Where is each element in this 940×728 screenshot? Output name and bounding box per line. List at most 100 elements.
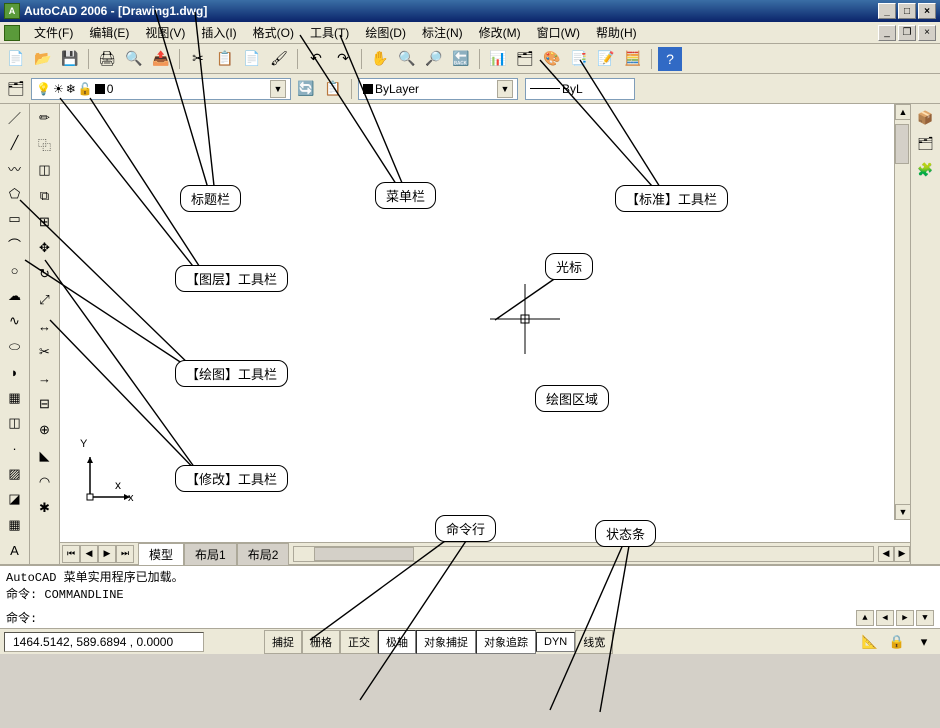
copy-obj-button[interactable]: ⿻ (33, 132, 57, 156)
insert-button[interactable]: ▦ (3, 386, 27, 409)
table-button[interactable]: ▦ (3, 513, 27, 536)
erase-button[interactable]: ✏ (33, 106, 57, 130)
ortho-toggle[interactable]: 正交 (340, 630, 378, 654)
ellipse-button[interactable]: ⬭ (3, 335, 27, 358)
lwt-toggle[interactable]: 线宽 (575, 630, 613, 654)
break-button[interactable]: ⊟ (33, 392, 57, 416)
lock-icon[interactable]: 🔒 (885, 630, 909, 654)
palette-button-1[interactable]: 📦 (914, 106, 938, 130)
publish-button[interactable]: 📤 (149, 47, 173, 71)
pan-button[interactable]: ✋ (368, 47, 392, 71)
zoom-window-button[interactable]: 🔎 (422, 47, 446, 71)
text-button[interactable]: A (3, 538, 27, 561)
lineweight-dropdown[interactable]: ByL (525, 78, 635, 100)
scroll-up-button[interactable]: ▲ (895, 104, 910, 120)
mdi-restore-button[interactable]: ❐ (898, 25, 916, 41)
layer-state-button[interactable]: 📋 (321, 77, 345, 101)
scroll-down-button[interactable]: ▼ (895, 504, 910, 520)
paste-button[interactable]: 📄 (240, 47, 264, 71)
menu-draw[interactable]: 绘图(D) (357, 22, 414, 43)
block-button[interactable]: ◫ (3, 411, 27, 434)
snap-toggle[interactable]: 捕捉 (264, 630, 302, 654)
vertical-scrollbar[interactable]: ▲ ▼ (894, 104, 910, 520)
chamfer-button[interactable]: ◣ (33, 444, 57, 468)
designcenter-button[interactable]: 🗂 (513, 47, 537, 71)
mirror-button[interactable]: ◫ (33, 158, 57, 182)
chevron-down-icon[interactable]: ▼ (270, 80, 286, 98)
print-button[interactable]: 🖨 (95, 47, 119, 71)
copy-button[interactable]: 📋 (213, 47, 237, 71)
mdi-close-button[interactable]: × (918, 25, 936, 41)
menu-modify[interactable]: 修改(M) (471, 22, 529, 43)
tab-prev-button[interactable]: ◀ (80, 545, 98, 563)
tab-first-button[interactable]: ⏮ (62, 545, 80, 563)
spline-button[interactable]: ∿ (3, 310, 27, 333)
region-button[interactable]: ◪ (3, 488, 27, 511)
circle-button[interactable]: ○ (3, 259, 27, 282)
trim-button[interactable]: ✂ (33, 340, 57, 364)
stretch-button[interactable]: ↔ (33, 314, 57, 338)
point-button[interactable]: · (3, 437, 27, 460)
menu-window[interactable]: 窗口(W) (529, 22, 588, 43)
color-dropdown[interactable]: ByLayer ▼ (358, 78, 518, 100)
command-input[interactable] (41, 611, 856, 625)
layer-manager-button[interactable]: 🗂 (4, 77, 28, 101)
array-button[interactable]: ⊞ (33, 210, 57, 234)
toolpalette-button[interactable]: 🎨 (540, 47, 564, 71)
open-button[interactable]: 📂 (31, 47, 55, 71)
fillet-button[interactable]: ◠ (33, 470, 57, 494)
join-button[interactable]: ⊕ (33, 418, 57, 442)
palette-button-2[interactable]: 🗂 (914, 132, 938, 156)
line-button[interactable]: ／ (3, 106, 27, 129)
revcloud-button[interactable]: ☁ (3, 284, 27, 307)
cut-button[interactable]: ✂ (186, 47, 210, 71)
menu-file[interactable]: 文件(F) (26, 22, 81, 43)
tab-model[interactable]: 模型 (138, 543, 184, 565)
redo-button[interactable]: ↷ (331, 47, 355, 71)
scroll-thumb[interactable] (895, 124, 909, 164)
dyn-toggle[interactable]: DYN (536, 632, 575, 652)
sheetset-button[interactable]: 📑 (567, 47, 591, 71)
otrack-toggle[interactable]: 对象追踪 (476, 630, 536, 654)
tab-layout1[interactable]: 布局1 (184, 543, 237, 565)
tab-layout2[interactable]: 布局2 (237, 543, 290, 565)
undo-button[interactable]: ↶ (304, 47, 328, 71)
move-button[interactable]: ✥ (33, 236, 57, 260)
menu-tools[interactable]: 工具(T) (302, 22, 357, 43)
scroll-thumb[interactable] (314, 547, 414, 561)
explode-button[interactable]: ✱ (33, 496, 57, 520)
mdi-minimize-button[interactable]: _ (878, 25, 896, 41)
menu-edit[interactable]: 编辑(E) (81, 22, 137, 43)
horizontal-scrollbar[interactable] (293, 546, 874, 562)
help-button[interactable]: ? (658, 47, 682, 71)
layer-dropdown[interactable]: 💡 ☀ ❄ 🔓 0 ▼ (31, 78, 291, 100)
zoom-realtime-button[interactable]: 🔍 (395, 47, 419, 71)
minimize-button[interactable]: _ (878, 3, 896, 19)
preview-button[interactable]: 🔍 (122, 47, 146, 71)
menu-insert[interactable]: 插入(I) (193, 22, 244, 43)
rotate-button[interactable]: ↻ (33, 262, 57, 286)
scroll-left-button[interactable]: ◀ (878, 546, 894, 562)
polyline-button[interactable]: 〰 (3, 157, 27, 180)
markup-button[interactable]: 📝 (594, 47, 618, 71)
arc-button[interactable]: ⌒ (3, 233, 27, 256)
chevron-down-icon[interactable]: ▼ (497, 80, 513, 98)
hatch-button[interactable]: ▨ (3, 462, 27, 485)
scroll-right-button[interactable]: ▶ (894, 546, 910, 562)
polygon-button[interactable]: ⬠ (3, 182, 27, 205)
menu-view[interactable]: 视图(V) (137, 22, 193, 43)
new-button[interactable]: 📄 (4, 47, 28, 71)
osnap-toggle[interactable]: 对象捕捉 (416, 630, 476, 654)
layer-previous-button[interactable]: 🔄 (294, 77, 318, 101)
cmd-scroll-down[interactable]: ▼ (916, 610, 934, 626)
save-button[interactable]: 💾 (58, 47, 82, 71)
grid-toggle[interactable]: 栅格 (302, 630, 340, 654)
tray-icon[interactable]: ▾ (912, 630, 936, 654)
polar-toggle[interactable]: 极轴 (378, 630, 416, 654)
xline-button[interactable]: ╱ (3, 131, 27, 154)
menu-dimension[interactable]: 标注(N) (414, 22, 471, 43)
close-button[interactable]: × (918, 3, 936, 19)
menu-format[interactable]: 格式(O) (245, 22, 302, 43)
cmd-scroll-up[interactable]: ▲ (856, 610, 874, 626)
palette-button-3[interactable]: 🧩 (914, 158, 938, 182)
